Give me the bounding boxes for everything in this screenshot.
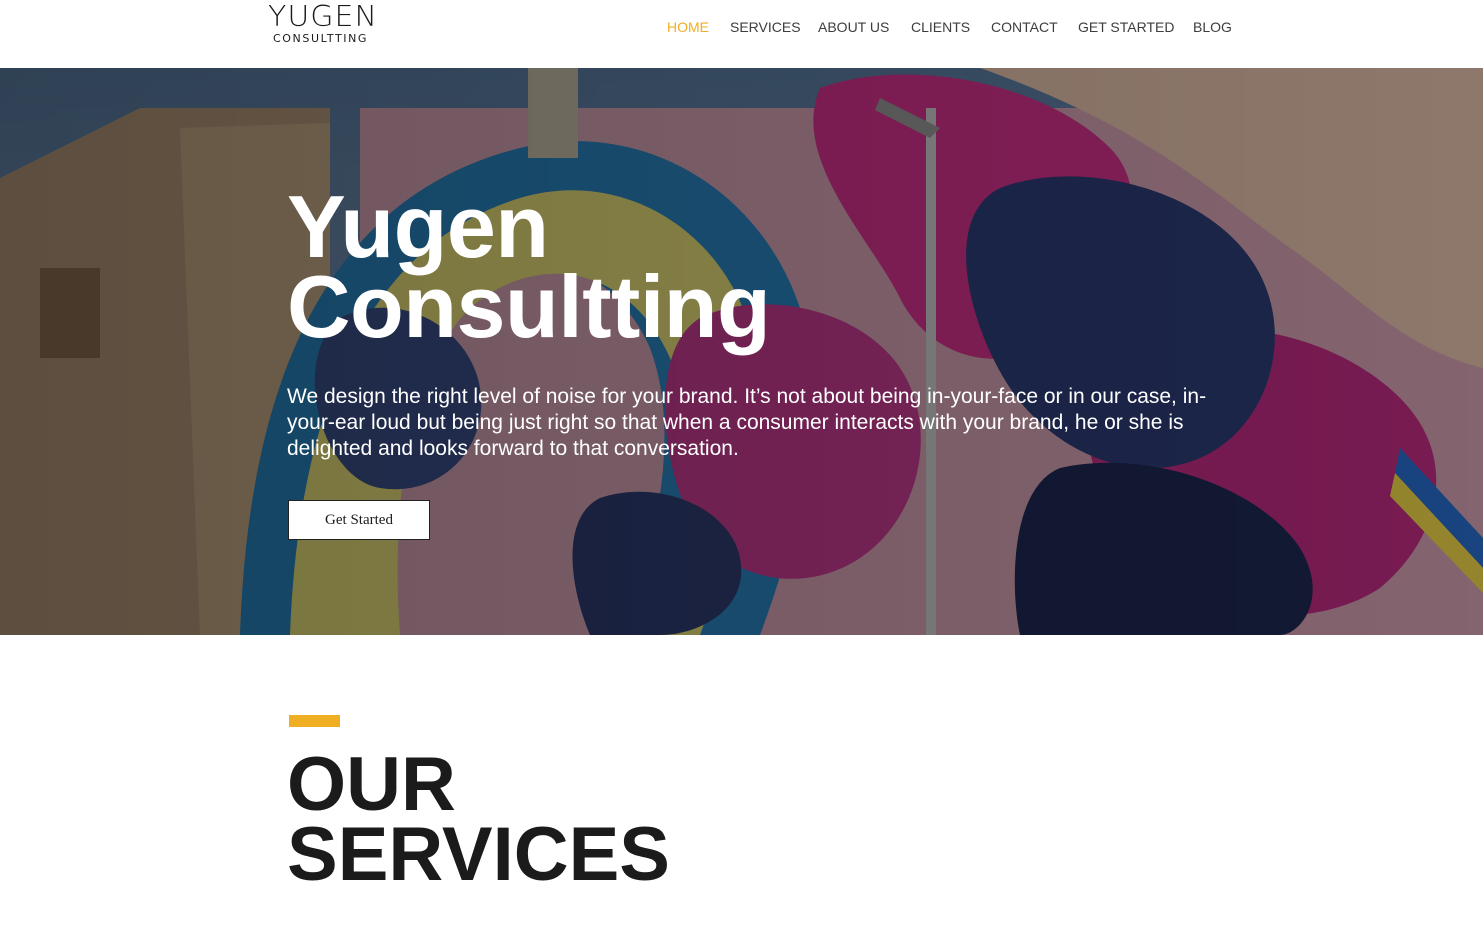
nav-item-clients[interactable]: CLIENTS xyxy=(911,17,970,37)
hero-title-line-2: Consultting xyxy=(287,257,771,356)
nav-item-get-started[interactable]: GET STARTED xyxy=(1078,17,1174,37)
section-accent-bar xyxy=(289,715,340,727)
hero-title-line-1: Yugen xyxy=(287,177,549,276)
get-started-button[interactable]: Get Started xyxy=(288,500,430,540)
services-heading-line-2: SERVICES xyxy=(287,812,670,897)
nav-item-home[interactable]: HOME xyxy=(667,17,709,37)
hero-section: Yugen Consultting We design the right le… xyxy=(0,68,1483,635)
logo[interactable]: YUGEN CONSULTTING xyxy=(268,3,380,47)
hero-description: We design the right level of noise for y… xyxy=(287,385,1207,460)
hero-title: Yugen Consultting xyxy=(287,177,771,356)
logo-wordmark: YUGEN xyxy=(268,0,378,34)
services-heading: OUR SERVICES xyxy=(287,742,670,897)
nav-item-contact[interactable]: CONTACT xyxy=(991,17,1058,37)
nav-item-services[interactable]: SERVICES xyxy=(730,17,801,37)
nav-item-about-us[interactable]: ABOUT US xyxy=(818,17,889,37)
services-heading-line-1: OUR xyxy=(287,742,456,827)
nav-item-blog[interactable]: BLOG xyxy=(1193,17,1232,37)
site-header: YUGEN CONSULTTING HOME SERVICES ABOUT US… xyxy=(0,0,1483,68)
logo-subtitle: CONSULTTING xyxy=(273,32,369,45)
